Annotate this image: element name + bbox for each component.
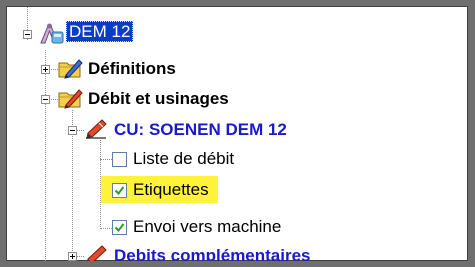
tree-leaf-etiquettes[interactable]: Etiquettes (133, 179, 209, 201)
checkmark-icon (114, 186, 125, 196)
tree-node-debit[interactable]: Débit et usinages (88, 88, 229, 110)
checkbox-liste-de-debit[interactable] (112, 152, 127, 167)
checkmark-icon (114, 223, 125, 233)
folder-pencil-red-icon (58, 89, 83, 109)
red-pencil-icon (87, 245, 107, 261)
collapse-toggle-cu[interactable] (68, 126, 77, 135)
red-pencil-icon (86, 119, 107, 139)
tree-connector (100, 159, 112, 160)
tree-node-root-label: DEM 12 (66, 21, 134, 42)
tree-node-complementaires[interactable]: Debits complémentaires (114, 245, 311, 261)
expand-toggle-complementaires[interactable] (68, 252, 77, 261)
tree-leaf-liste-de-debit[interactable]: Liste de débit (133, 148, 234, 170)
drawing-tools-icon (40, 23, 64, 44)
checkbox-etiquettes[interactable] (112, 183, 127, 198)
tree-view: DEM 12 Définitions Débit et usinages CU:… (6, 6, 468, 261)
tree-node-cu[interactable]: CU: SOENEN DEM 12 (114, 119, 287, 141)
folder-pencil-icon (58, 59, 83, 79)
collapse-toggle-root[interactable] (23, 30, 32, 39)
checkbox-envoi-vers-machine[interactable] (112, 220, 127, 235)
expand-toggle-definitions[interactable] (41, 65, 50, 74)
tree-connector (45, 50, 46, 261)
tree-connector (100, 228, 112, 229)
tree-node-definitions[interactable]: Définitions (88, 58, 176, 80)
tree-leaf-envoi-vers-machine[interactable]: Envoi vers machine (133, 216, 281, 238)
collapse-toggle-debit[interactable] (41, 95, 50, 104)
tree-node-root[interactable]: DEM 12 (66, 21, 134, 43)
